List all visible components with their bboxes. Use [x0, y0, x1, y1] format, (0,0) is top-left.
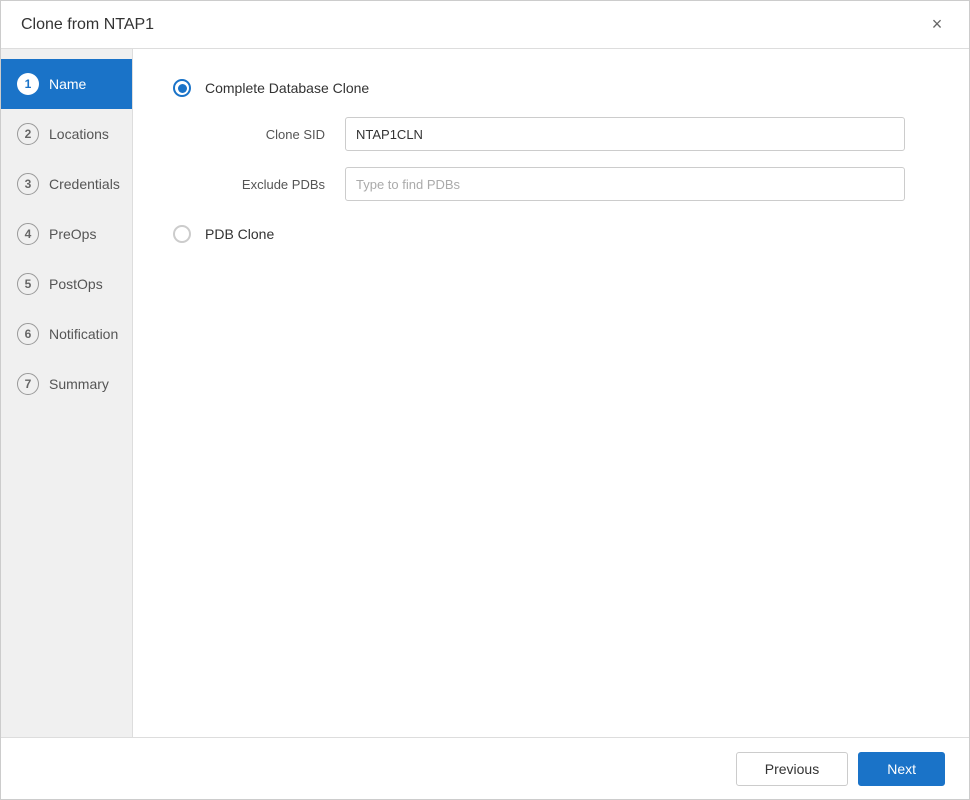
step-number-3: 3	[17, 173, 39, 195]
dialog-footer: Previous Next	[1, 737, 969, 799]
previous-button[interactable]: Previous	[736, 752, 848, 786]
sidebar-item-postops[interactable]: 5 PostOps	[1, 259, 132, 309]
complete-db-clone-label: Complete Database Clone	[205, 80, 369, 96]
sidebar-label-credentials: Credentials	[49, 176, 120, 192]
exclude-pdbs-input[interactable]	[345, 167, 905, 201]
pdb-clone-radio[interactable]	[173, 225, 191, 243]
main-content: Complete Database Clone Clone SID Exclud…	[133, 49, 969, 737]
close-button[interactable]: ×	[925, 13, 949, 37]
complete-db-clone-form: Clone SID Exclude PDBs	[205, 117, 929, 201]
sidebar-label-name: Name	[49, 76, 86, 92]
sidebar-label-locations: Locations	[49, 126, 109, 142]
step-number-1: 1	[17, 73, 39, 95]
sidebar-label-notification: Notification	[49, 326, 118, 342]
clone-sid-row: Clone SID	[205, 117, 929, 151]
sidebar-item-locations[interactable]: 2 Locations	[1, 109, 132, 159]
sidebar-label-preops: PreOps	[49, 226, 96, 242]
clone-sid-label: Clone SID	[205, 127, 325, 142]
sidebar-item-name[interactable]: 1 Name	[1, 59, 132, 109]
clone-dialog: Clone from NTAP1 × 1 Name 2 Locations 3 …	[0, 0, 970, 800]
exclude-pdbs-label: Exclude PDBs	[205, 177, 325, 192]
next-button[interactable]: Next	[858, 752, 945, 786]
dialog-title: Clone from NTAP1	[21, 16, 154, 34]
exclude-pdbs-row: Exclude PDBs	[205, 167, 929, 201]
complete-db-clone-radio[interactable]	[173, 79, 191, 97]
sidebar-label-postops: PostOps	[49, 276, 103, 292]
sidebar-item-preops[interactable]: 4 PreOps	[1, 209, 132, 259]
step-number-5: 5	[17, 273, 39, 295]
complete-db-clone-option[interactable]: Complete Database Clone	[173, 79, 929, 97]
step-number-4: 4	[17, 223, 39, 245]
sidebar-item-summary[interactable]: 7 Summary	[1, 359, 132, 409]
sidebar-item-credentials[interactable]: 3 Credentials	[1, 159, 132, 209]
step-number-2: 2	[17, 123, 39, 145]
clone-sid-input[interactable]	[345, 117, 905, 151]
dialog-body: 1 Name 2 Locations 3 Credentials 4 PreOp…	[1, 49, 969, 737]
sidebar: 1 Name 2 Locations 3 Credentials 4 PreOp…	[1, 49, 133, 737]
sidebar-item-notification[interactable]: 6 Notification	[1, 309, 132, 359]
sidebar-label-summary: Summary	[49, 376, 109, 392]
step-number-7: 7	[17, 373, 39, 395]
dialog-header: Clone from NTAP1 ×	[1, 1, 969, 49]
pdb-clone-option[interactable]: PDB Clone	[173, 225, 929, 243]
pdb-clone-label: PDB Clone	[205, 226, 274, 242]
step-number-6: 6	[17, 323, 39, 345]
